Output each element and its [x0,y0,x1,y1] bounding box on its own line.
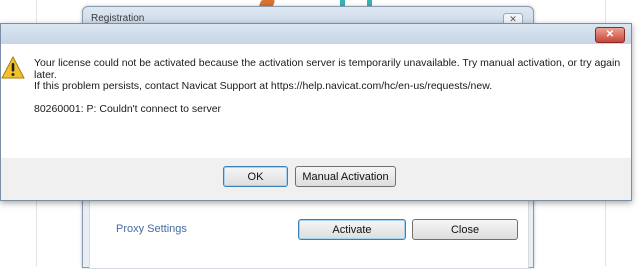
ok-button[interactable]: OK [223,166,288,187]
error-dialog: ✕ Your license could not be activated be… [0,23,632,201]
activate-button[interactable]: Activate [298,219,406,240]
error-message: Your license could not be activated beca… [34,57,624,115]
dialog-close-icon[interactable]: ✕ [595,27,625,43]
error-code: 80260001: P: Couldn't connect to server [34,102,222,115]
dialog-content: Your license could not be activated beca… [1,44,631,158]
dialog-titlebar: ✕ [1,24,631,44]
proxy-settings-link[interactable]: Proxy Settings [116,223,187,235]
registration-footer: Proxy Settings Activate Close [89,197,529,269]
warning-icon [1,56,25,79]
dialog-button-bar: OK Manual Activation [1,158,631,200]
error-message-line: Your license could not be activated beca… [34,57,621,81]
manual-activation-button[interactable]: Manual Activation [295,166,396,187]
error-support-line: If this problem persists, contact Navica… [34,80,493,92]
close-button[interactable]: Close [412,219,518,240]
